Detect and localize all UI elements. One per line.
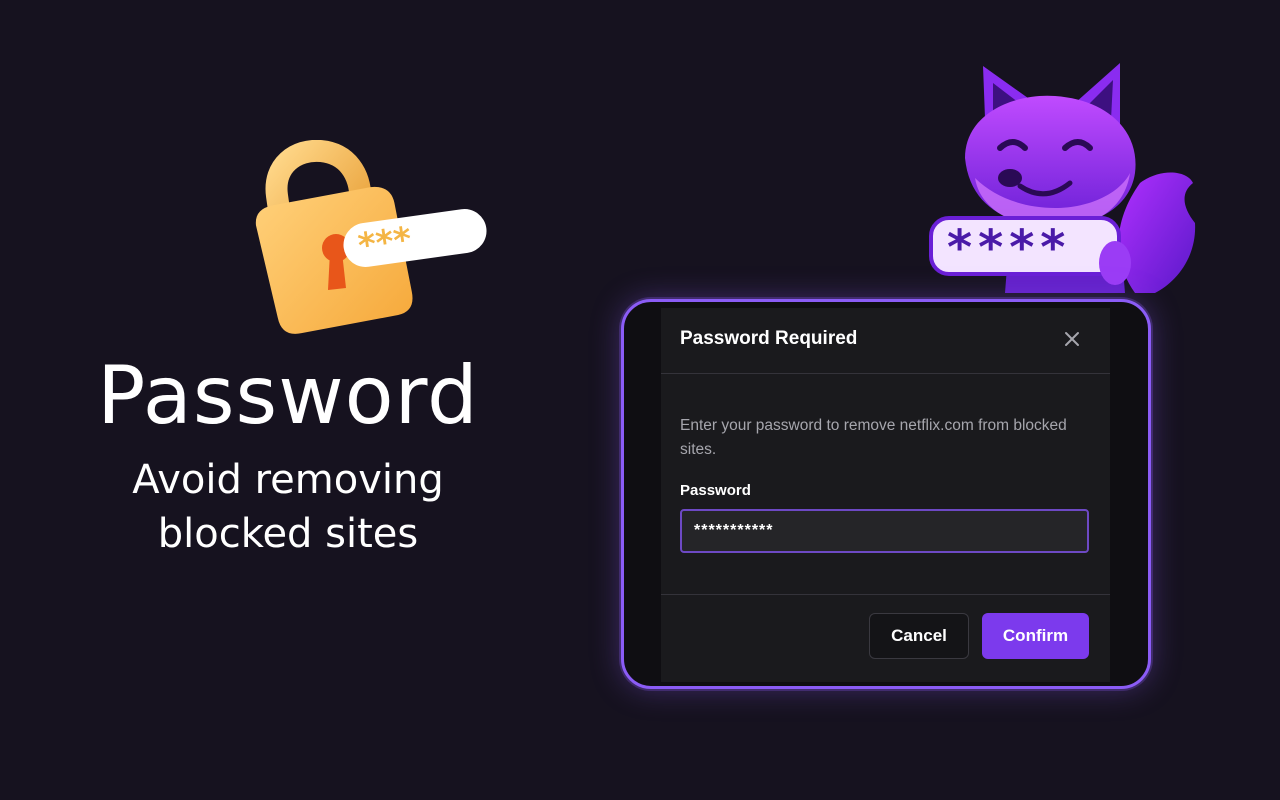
padlock-icon: ***	[255, 140, 487, 334]
password-label: Password	[680, 482, 751, 499]
dialog-header: Password Required	[661, 308, 1110, 374]
fox-password-stars: ****	[947, 220, 1071, 276]
hero-title: Password	[97, 349, 479, 442]
dialog-footer: Cancel Confirm	[661, 594, 1110, 683]
promo-banner: *** Password Avoid removing blocked site…	[0, 0, 1280, 800]
close-button[interactable]	[1061, 328, 1083, 350]
cancel-button[interactable]: Cancel	[869, 613, 969, 659]
dialog-title: Password Required	[680, 328, 858, 349]
hero-subtitle: Avoid removing blocked sites	[0, 453, 576, 561]
hero-subtitle-line-2: blocked sites	[157, 511, 419, 557]
fox-mascot-icon: ****	[929, 63, 1196, 293]
password-dialog: Password Required Enter your password to…	[661, 308, 1110, 682]
password-input[interactable]	[680, 509, 1089, 553]
hero-subtitle-line-1: Avoid removing	[132, 457, 444, 503]
lock-password-stars: ***	[356, 219, 415, 266]
dialog-message: Enter your password to remove netflix.co…	[680, 417, 1067, 458]
close-icon	[1065, 332, 1079, 346]
confirm-button[interactable]: Confirm	[982, 613, 1089, 659]
